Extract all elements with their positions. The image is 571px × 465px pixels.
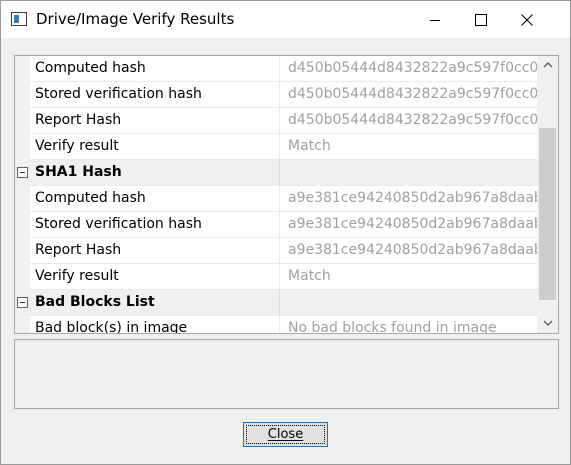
close-button[interactable]: Close xyxy=(243,422,328,447)
property-value[interactable]: a9e381ce94240850d2ab967a8daab134 xyxy=(279,212,537,237)
property-name: Stored verification hash xyxy=(35,216,202,232)
property-row[interactable]: Stored verification hash d450b05444d8432… xyxy=(15,82,537,108)
dialog-window: Drive/Image Verify Results Computed hash… xyxy=(0,0,571,465)
property-row[interactable]: Report Hash d450b05444d8432822a9c597f0cc… xyxy=(15,108,537,134)
app-icon xyxy=(11,12,27,26)
category-value xyxy=(279,160,537,185)
close-icon xyxy=(521,13,533,26)
property-value[interactable]: a9e381ce94240850d2ab967a8daab134 xyxy=(279,186,537,211)
close-button-label: Close xyxy=(267,427,304,442)
property-value[interactable]: d450b05444d8432822a9c597f0cc0f23 xyxy=(279,108,537,133)
category-label: Bad Blocks List xyxy=(35,294,155,310)
close-window-button[interactable] xyxy=(504,1,550,38)
property-value[interactable]: d450b05444d8432822a9c597f0cc0f23 xyxy=(279,82,537,107)
property-row[interactable]: Verify result Match xyxy=(15,264,537,290)
category-row-bad-blocks[interactable]: Bad Blocks List xyxy=(15,290,537,316)
property-row[interactable]: Bad block(s) in image No bad blocks foun… xyxy=(15,316,537,334)
property-value[interactable]: Match xyxy=(279,264,537,289)
window-title: Drive/Image Verify Results xyxy=(36,10,235,28)
maximize-icon xyxy=(475,13,487,26)
property-row[interactable]: Computed hash a9e381ce94240850d2ab967a8d… xyxy=(15,186,537,212)
collapse-icon[interactable] xyxy=(17,297,28,308)
scroll-down-button[interactable] xyxy=(537,315,558,332)
property-value[interactable]: Match xyxy=(279,134,537,159)
property-name: Computed hash xyxy=(35,190,146,206)
property-rows: Computed hash d450b05444d8432822a9c597f0… xyxy=(15,56,537,334)
property-value[interactable]: a9e381ce94240850d2ab967a8daab134 xyxy=(279,238,537,263)
property-name: Report Hash xyxy=(35,112,122,128)
property-row[interactable]: Computed hash d450b05444d8432822a9c597f0… xyxy=(15,56,537,82)
title-bar[interactable]: Drive/Image Verify Results xyxy=(1,1,570,38)
property-name: Report Hash xyxy=(35,242,122,258)
property-row[interactable]: Verify result Match xyxy=(15,134,537,160)
maximize-button[interactable] xyxy=(458,1,504,38)
category-value xyxy=(279,290,537,315)
scroll-up-button[interactable] xyxy=(537,56,558,73)
property-row[interactable]: Stored verification hash a9e381ce9424085… xyxy=(15,212,537,238)
property-name: Stored verification hash xyxy=(35,86,202,102)
category-label: SHA1 Hash xyxy=(35,164,122,180)
scrollbar-thumb[interactable] xyxy=(539,128,556,300)
property-row[interactable]: Report Hash a9e381ce94240850d2ab967a8daa… xyxy=(15,238,537,264)
property-name: Bad block(s) in image xyxy=(35,320,188,334)
category-row-sha1[interactable]: SHA1 Hash xyxy=(15,160,537,186)
property-name: Verify result xyxy=(35,138,119,154)
collapse-icon[interactable] xyxy=(17,167,28,178)
minimize-icon xyxy=(430,19,440,21)
description-panel xyxy=(14,339,559,409)
minimize-button[interactable] xyxy=(412,1,458,38)
property-name: Computed hash xyxy=(35,60,146,76)
property-value[interactable]: d450b05444d8432822a9c597f0cc0f23 xyxy=(279,56,537,81)
property-grid[interactable]: Computed hash d450b05444d8432822a9c597f0… xyxy=(14,55,559,334)
property-value[interactable]: No bad blocks found in image xyxy=(279,316,537,333)
chevron-up-icon xyxy=(543,62,552,68)
vertical-scrollbar[interactable] xyxy=(537,56,558,333)
chevron-down-icon xyxy=(543,320,552,326)
property-name: Verify result xyxy=(35,268,119,284)
